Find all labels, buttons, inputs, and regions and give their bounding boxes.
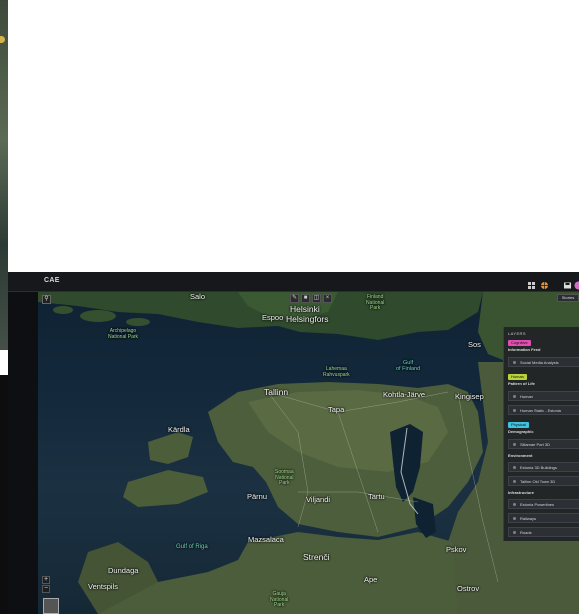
map-label-finland-park: Finland National Park [366,294,385,311]
layer-visibility-dot [513,517,516,520]
background-imagery-strip [0,0,8,350]
category-tag-physical: Physical [508,422,529,428]
close-icon[interactable]: × [323,294,332,303]
user-avatar-icon[interactable] [574,277,579,290]
layer-visibility-dot [513,466,516,469]
map-label-ape: Ape [364,575,378,584]
map-view[interactable]: Salo Espoo Helsinki Helsingfors Finland … [38,292,579,614]
map-label-strenci: Strenči [303,552,330,562]
map-label-dundaga: Dundaga [108,566,139,575]
layer-item-label: Estonia 3D Buildings [520,465,557,470]
map-label-soomaa: Soomaa National Park [275,469,294,486]
map-label-gulf-of-finland: Gulf of Finland [396,360,421,372]
map-label-sos: Sos [468,340,481,349]
category-subtitle-environment: Environment [508,453,533,458]
layer-visibility-dot [513,480,516,483]
map-label-kardla: Kärdla [168,425,190,434]
map-label-parnu: Pärnu [247,492,268,501]
layer-item-label: Tallinn Old Town 3D [520,479,556,484]
layer-item-label: Social Media Analysis [520,360,559,365]
layer-item-human-static-estonia[interactable]: Human Static - Estonia [508,405,579,415]
app-window: CAE Salo Espoo Helsinki Helsingfors Finl… [8,272,579,614]
map-label-kohtla-jarve: Kohtla-Järve [383,390,426,399]
map-label-helsinki: Helsinki [290,304,320,314]
top-bar: CAE [8,272,579,292]
layer-item-label: Sillamae Port 3D [520,442,551,447]
map-label-salo: Salo [190,292,206,301]
basemap-switcher[interactable] [43,598,59,614]
zoom-controls: + − [42,576,50,593]
category-subtitle-information-feed: Information Feed [508,347,541,352]
map-toolbar: ✎ ■ ◫ × [290,294,332,303]
layers-toggle-icon[interactable]: ◫ [312,294,321,303]
grid-icon[interactable] [527,277,536,289]
map-label-tapa: Tapa [328,405,345,414]
map-label-espoo: Espoo [262,313,284,322]
map-label-ostrov: Ostrov [457,584,480,593]
globe-icon[interactable] [540,277,549,289]
layer-item-social-media-analysis[interactable]: Social Media Analysis [508,357,579,367]
map-label-kingisepp: Kingisep [455,392,484,401]
layer-item-sillamae-port-3d[interactable]: Sillamae Port 3D [508,439,579,449]
layer-item-label: Human Static - Estonia [520,408,561,413]
map-label-helsingfors: Helsingfors [286,314,329,324]
category-subtitle-infrastructure: Infrastructure [508,490,535,495]
map-label-gauja: Gauja National Park [270,591,289,608]
background-dark-panel [0,375,8,614]
layer-visibility-dot [513,531,516,534]
zoom-in-button[interactable]: + [42,576,50,584]
layer-item-estonia-3d-buildings[interactable]: Estonia 3D Buildings [508,462,579,472]
map-label-tallinn: Tallinn [264,387,289,397]
layer-item-tallinn-old-town-3d[interactable]: Tallinn Old Town 3D [508,476,579,486]
category-subtitle-demographic: Demographic [508,429,534,434]
layer-visibility-dot [513,361,516,364]
layer-item-railways[interactable]: Railways [508,513,579,523]
layers-panel: LAYERS Cognitive Information Feed Social… [503,327,579,541]
app-title: CAE [44,277,60,284]
map-label-gulf-of-riga: Gulf of Riga [176,544,208,550]
layer-item-label: Railways [520,516,537,521]
search-icon: ⚲ [44,296,49,302]
map-label-ventspils: Ventspils [88,582,119,591]
layer-item-estonia-powerlines[interactable]: Estonia Powerlines [508,499,579,509]
map-search-button[interactable]: ⚲ [42,295,51,304]
map-label-tartu: Tartu [368,492,385,501]
map-label-viljandi: Viljandi [306,495,331,504]
category-tag-cognitive: Cognitive [508,340,531,346]
category-tag-human: Human [508,374,527,380]
layer-item-label: Human [520,394,533,399]
layer-visibility-dot [513,409,516,412]
layers-panel-title: LAYERS [508,331,526,336]
map-label-pskov: Pskov [446,545,467,554]
layer-item-label: Estonia Powerlines [520,502,555,507]
map-label-archipelago-park: Archipelago National Park [108,328,139,340]
map-label-mazsalaca: Mazsalaca [248,535,284,544]
stories-button[interactable]: Stories [557,294,579,302]
layer-visibility-dot [513,503,516,506]
save-icon[interactable] [563,277,572,289]
category-subtitle-pattern-of-life: Pattern of Life [508,381,535,386]
layer-visibility-dot [513,443,516,446]
measure-icon[interactable]: ■ [301,294,310,303]
layer-item-label: Roads [520,530,532,535]
map-label-lahemaa: Lahemaa Rahvuspark [323,366,350,378]
layer-item-human[interactable]: Human [508,391,579,401]
layer-item-roads[interactable]: Roads [508,527,579,537]
layer-visibility-dot [513,395,516,398]
draw-icon[interactable]: ✎ [290,294,299,303]
zoom-out-button[interactable]: − [42,585,50,593]
